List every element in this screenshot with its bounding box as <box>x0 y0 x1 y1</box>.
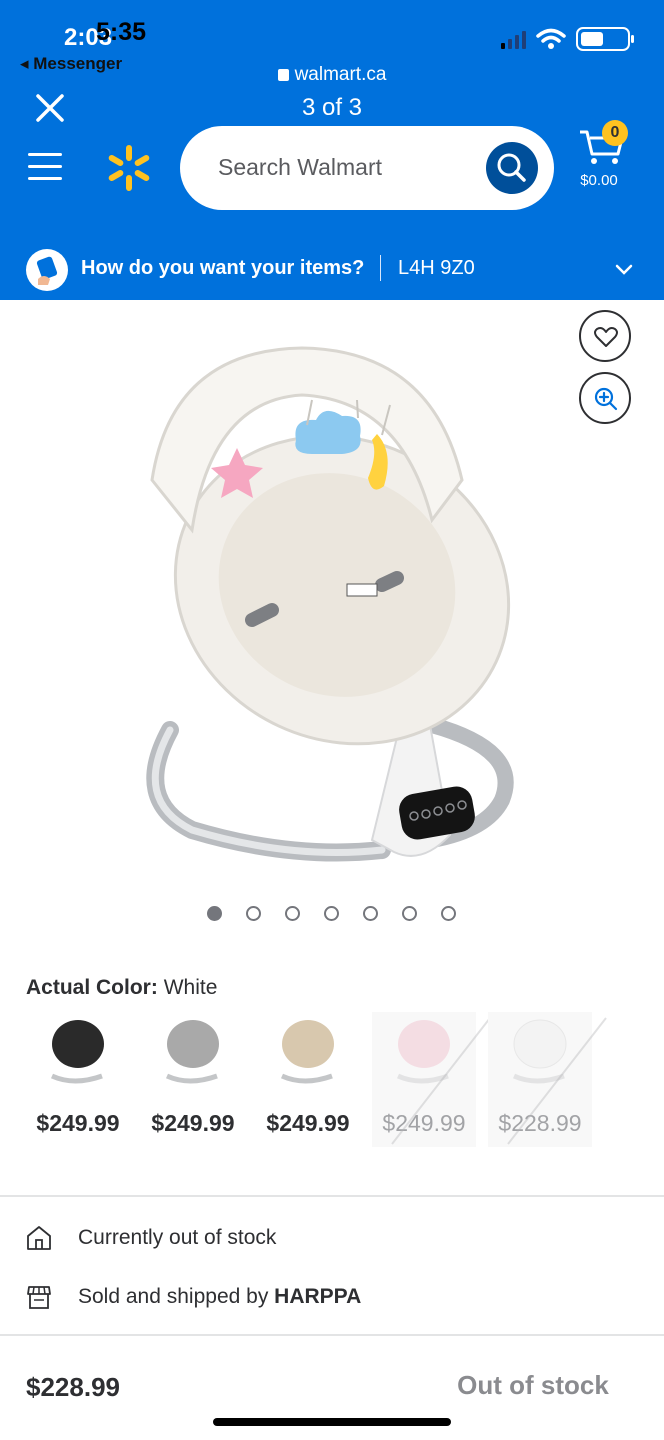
store-icon <box>27 1226 51 1250</box>
carousel-dot[interactable] <box>402 906 417 921</box>
seller-row: Sold and shipped by HARPPA <box>26 1284 361 1310</box>
carousel-dot[interactable] <box>363 906 378 921</box>
status-time: 5:35 <box>96 18 147 46</box>
walmart-spark-logo[interactable] <box>106 145 152 191</box>
heart-icon <box>594 327 618 347</box>
zoom-in-icon <box>594 387 618 411</box>
wifi-icon <box>536 28 566 49</box>
variant-price: $249.99 <box>151 1110 235 1136</box>
unavailable-slash <box>391 1017 491 1145</box>
variant-thumbnail <box>50 1020 104 1084</box>
shop-awning-icon <box>27 1286 51 1309</box>
variant-swatch-shape <box>52 1020 104 1068</box>
delivery-selector[interactable]: How do you want your items? L4H 9Z0 <box>0 238 664 300</box>
variant-white[interactable]: $228.99 <box>488 1012 607 1147</box>
chevron-down-icon <box>615 264 633 275</box>
site-header: 2:03 5:35 ◂ Messenger walmart.ca 3 of 3 <box>0 0 664 300</box>
cart-total: $0.00 <box>580 172 618 189</box>
delivery-question: How do you want your items? <box>81 257 365 279</box>
battery-icon <box>576 27 634 51</box>
url-bar[interactable]: walmart.ca <box>0 64 664 86</box>
search-icon <box>497 153 526 182</box>
color-selection-label: Actual Color: White <box>26 976 217 1000</box>
home-indicator[interactable] <box>213 1418 451 1426</box>
search-bar[interactable]: Search Walmart <box>180 126 554 210</box>
zoom-button[interactable] <box>579 372 631 424</box>
variant-swatch-shape <box>167 1020 219 1068</box>
close-icon[interactable] <box>34 92 66 124</box>
status-icons <box>501 27 634 51</box>
variant-thumbnail <box>165 1020 219 1084</box>
bottom-purchase-bar: $228.99 Out of stock <box>0 1334 664 1440</box>
carousel-dot[interactable] <box>324 906 339 921</box>
lock-icon <box>277 69 289 81</box>
menu-icon[interactable] <box>28 153 62 181</box>
carousel-dot[interactable] <box>441 906 456 921</box>
carousel-dot[interactable] <box>285 906 300 921</box>
variant-price: $249.99 <box>36 1110 120 1136</box>
delivery-icon <box>26 249 68 291</box>
search-input[interactable]: Search Walmart <box>218 154 382 181</box>
sold-by-text: Sold and shipped by <box>78 1285 269 1308</box>
variant-beige[interactable]: $249.99 <box>256 1012 360 1147</box>
stock-status: Currently out of stock <box>78 1226 277 1249</box>
url-text: walmart.ca <box>294 64 387 85</box>
seller-name-link[interactable]: HARPPA <box>274 1285 361 1309</box>
stock-status-row: Currently out of stock <box>26 1225 276 1251</box>
postal-code: L4H 9Z0 <box>398 257 475 279</box>
color-value: White <box>163 976 218 999</box>
carousel-dot[interactable] <box>207 906 222 921</box>
variant-swatch-shape <box>282 1020 334 1068</box>
product-price: $228.99 <box>26 1372 120 1402</box>
variant-pink[interactable]: $249.99 <box>372 1012 491 1147</box>
variant-thumbnail <box>280 1020 334 1084</box>
carousel-dot[interactable] <box>246 906 261 921</box>
product-image-baby-swing[interactable] <box>132 330 532 870</box>
variant-black[interactable]: $249.99 <box>26 1012 130 1147</box>
image-carousel-dots <box>207 906 456 921</box>
variant-price: $249.99 <box>266 1110 350 1136</box>
color-label: Actual Color: <box>26 976 158 999</box>
delivery-divider <box>380 255 381 281</box>
signal-icon <box>501 29 526 49</box>
section-divider <box>0 1195 664 1197</box>
favorite-button[interactable] <box>579 310 631 362</box>
color-variant-list: $249.99 $249.99 $249.99 $249.99 $228.99 <box>26 1012 646 1147</box>
cart-count-badge: 0 <box>602 120 628 146</box>
search-button[interactable] <box>486 142 538 194</box>
unavailable-slash <box>507 1017 607 1145</box>
page-count: 3 of 3 <box>301 94 363 121</box>
variant-grey[interactable]: $249.99 <box>141 1012 245 1147</box>
out-of-stock-button[interactable]: Out of stock <box>440 1370 626 1401</box>
